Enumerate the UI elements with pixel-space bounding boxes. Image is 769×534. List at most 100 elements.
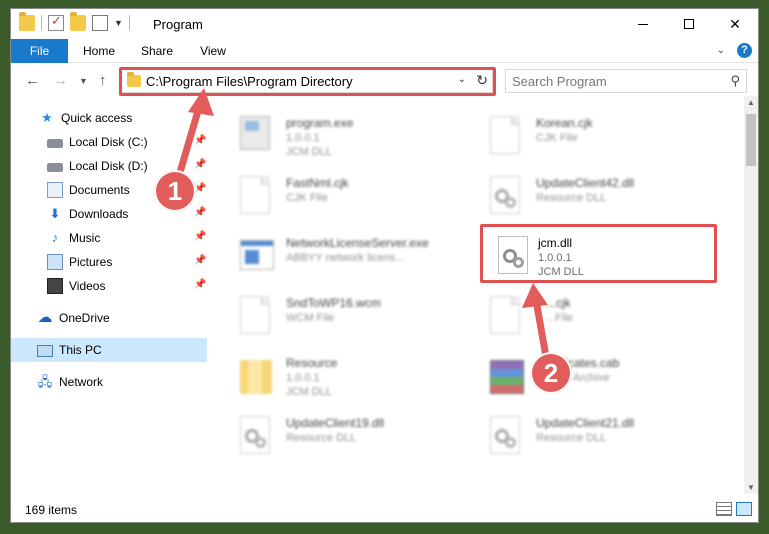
vertical-scrollbar[interactable]: ▲ ▼ [744,96,758,494]
close-button[interactable]: ✕ [712,9,758,39]
sidebar-item-videos[interactable]: Videos 📌 [11,274,207,298]
file-item-resource[interactable]: Resource 1.0.0.1 JCM DLL [240,350,480,402]
customize-toolbar-chevron-icon[interactable]: ▼ [114,18,123,28]
sidebar-item-quick-access[interactable]: ★ Quick access [11,106,207,130]
dll-icon-wrap [490,176,526,216]
tab-home[interactable]: Home [74,39,124,63]
folder-icon-wrap [240,356,276,396]
file-type: Resource DLL [536,192,607,204]
document-icon [240,176,270,214]
archive-icon-wrap [490,356,526,396]
pin-icon[interactable]: 📌 [194,159,206,170]
file-version: 1.0.0.1 [286,372,320,384]
sidebar-item-label: Network [59,375,104,389]
file-item-networklicenseserver-exe[interactable]: NetworkLicenseServer.exe ABBYY network l… [240,230,480,282]
scrollbar-thumb[interactable] [746,114,756,166]
callout-badge-1: 1 [154,170,196,212]
file-type: Resource DLL [286,432,357,444]
forward-arrow-icon[interactable]: → [53,72,68,89]
close-icon: ✕ [729,15,741,32]
file-description: JCM DLL [286,146,332,158]
dll-icon-wrap [490,416,526,456]
file-highlight-box [480,224,717,283]
tab-share[interactable]: Share [133,39,181,63]
documents-icon [47,182,63,198]
sidebar-item-label: Quick access [61,111,133,125]
file-item-updateclient21-dll[interactable]: UpdateClient21.dll Resource DLL [490,410,730,462]
file-item-fastnml-cjk[interactable]: FastNml.cjk CJK File [240,170,480,222]
file-type: Resource DLL [536,432,607,444]
sidebar-item-label: Local Disk (C:) [69,135,148,149]
properties-icon[interactable] [92,15,108,31]
pin-icon[interactable]: 📌 [194,207,206,218]
properties-check-icon[interactable] [48,13,64,31]
file-item-updateclient42-dll[interactable]: UpdateClient42.dll Resource DLL [490,170,730,222]
downloads-icon: ⬇ [49,206,61,221]
pin-icon[interactable]: 📌 [194,255,206,266]
dll-icon [490,416,520,454]
videos-icon [47,278,63,294]
pin-icon[interactable]: 📌 [194,231,206,242]
back-arrow-icon[interactable]: ← [25,72,40,89]
dll-icon [240,416,270,454]
ribbon-tabs: File Home Share View ⌄ ? [11,39,758,63]
search-box[interactable]: ⚲ [505,69,747,93]
navigation-pane: ★ Quick access Local Disk (C:) 📌 Local D… [11,96,209,494]
search-input[interactable] [512,73,712,89]
dll-icon-wrap [240,416,276,456]
document-icon-wrap [240,296,276,336]
disk-icon [47,139,63,148]
file-item-program-exe[interactable]: program.exe 1.0.0.1 JCM DLL [240,110,480,162]
file-item-sndtowp16-wcm[interactable]: SndToWP16.wcm WCM File [240,290,480,342]
recent-locations-chevron-icon[interactable]: ▼ [79,76,88,86]
archive-icon [490,360,524,394]
sidebar-item-music[interactable]: ♪ Music 📌 [11,226,207,250]
details-view-icon[interactable] [716,502,732,516]
document-icon [490,116,520,154]
file-item-updateclient19-dll[interactable]: UpdateClient19.dll Resource DLL [240,410,480,462]
file-name: NetworkLicenseServer.exe [286,236,429,250]
sidebar-item-label: Downloads [69,207,129,221]
sidebar-item-label: Music [69,231,101,245]
maximize-icon [684,19,694,29]
tiles-view-icon[interactable] [736,502,752,516]
new-folder-icon[interactable] [70,12,86,31]
expand-ribbon-chevron-icon[interactable]: ⌄ [717,45,725,56]
pin-icon[interactable]: 📌 [194,135,206,146]
file-type: WCM File [286,312,335,324]
search-icon[interactable]: ⚲ [730,73,740,89]
pin-icon[interactable]: 📌 [194,279,206,290]
title-bar: ▼ Program ✕ [11,9,758,39]
up-arrow-icon[interactable]: ↑ [99,72,107,89]
sidebar-item-local-disk-c[interactable]: Local Disk (C:) 📌 [11,130,207,154]
tab-view[interactable]: View [191,39,235,63]
scroll-up-icon[interactable]: ▲ [747,98,755,107]
music-icon: ♪ [51,230,59,245]
sidebar-item-pictures[interactable]: Pictures 📌 [11,250,207,274]
maximize-button[interactable] [666,9,712,39]
sidebar-item-label: OneDrive [59,311,110,325]
sidebar-item-network[interactable]: 🖧 Network [11,370,207,394]
document-icon-wrap [490,296,526,336]
scroll-down-icon[interactable]: ▼ [747,483,755,492]
minimize-button[interactable] [620,9,666,39]
file-type: CJK File [286,192,328,204]
star-icon: ★ [41,110,53,125]
toolbar-separator [41,15,42,31]
file-name: UpdateClient42.dll [536,176,635,190]
file-description: JCM DLL [286,386,332,398]
network-icon: 🖧 [37,374,53,389]
help-icon[interactable]: ? [737,43,752,58]
file-type: ...File [546,312,573,324]
item-count: 169 items [25,503,78,517]
sidebar-item-label: Videos [69,279,106,293]
tab-file[interactable]: File [11,39,68,63]
sidebar-item-label: Local Disk (D:) [69,159,148,173]
file-item-cjk[interactable]: ...cjk ...File [490,290,730,342]
file-item-korean-cjk[interactable]: Korean.cjk CJK File [490,110,730,162]
sidebar-item-onedrive[interactable]: ☁ OneDrive [11,306,207,330]
sidebar-item-this-pc[interactable]: This PC [11,338,207,362]
cloud-icon: ☁ [37,309,53,326]
file-item-certificates-cab[interactable]: ...tificates.cab ...AR Archive [490,350,730,402]
folder-icon[interactable] [19,12,35,31]
